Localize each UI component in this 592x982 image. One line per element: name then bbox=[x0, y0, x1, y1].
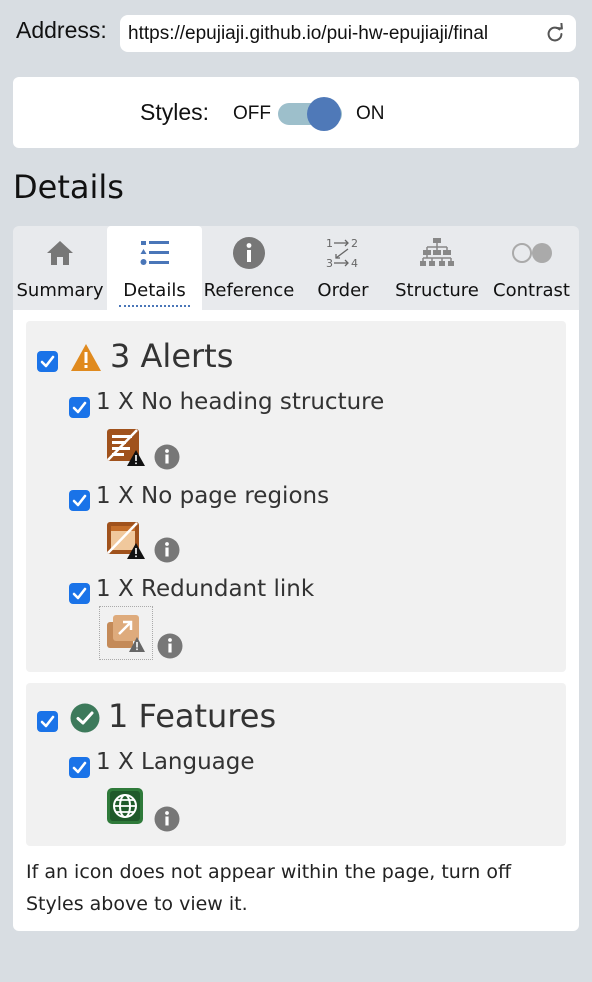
tab-label: Order bbox=[317, 280, 369, 301]
page-title: Details bbox=[13, 168, 124, 206]
info-icon[interactable] bbox=[154, 537, 180, 563]
tab-details[interactable]: Details bbox=[107, 226, 202, 310]
details-content: 3 Alerts 1 X No heading structure 1 X No… bbox=[13, 310, 579, 931]
features-checkbox[interactable] bbox=[37, 711, 58, 732]
tab-order[interactable]: 1 2 3 4 Order bbox=[296, 226, 390, 310]
feature-item-label: 1 X Language bbox=[96, 749, 255, 775]
alert-warning-icon bbox=[71, 344, 101, 371]
styles-label: Styles: bbox=[140, 99, 210, 125]
alert-item-checkbox[interactable] bbox=[69, 490, 90, 511]
tab-reference[interactable]: Reference bbox=[202, 226, 296, 310]
info-icon[interactable] bbox=[154, 444, 180, 470]
styles-toggle-switch[interactable] bbox=[307, 97, 341, 131]
styles-on-label: ON bbox=[356, 103, 385, 124]
tab-label: Details bbox=[107, 280, 202, 307]
no-page-regions-icon[interactable] bbox=[106, 521, 146, 561]
no-heading-structure-icon[interactable] bbox=[106, 428, 146, 468]
address-url[interactable]: https://epujiaji.github.io/pui-hw-epujia… bbox=[128, 23, 536, 45]
address-label: Address: bbox=[16, 17, 107, 43]
svg-text:2: 2 bbox=[351, 237, 358, 250]
alerts-title: 3 Alerts bbox=[110, 337, 234, 375]
alert-item-label: 1 X No page regions bbox=[96, 483, 330, 509]
alert-item-checkbox[interactable] bbox=[69, 397, 90, 418]
features-group: 1 Features 1 X Language bbox=[26, 683, 566, 846]
svg-text:1: 1 bbox=[326, 237, 333, 250]
info-icon bbox=[233, 237, 265, 269]
tab-label: Structure bbox=[395, 280, 479, 301]
address-bar: Address: https://epujiaji.github.io/pui-… bbox=[0, 0, 592, 64]
alerts-checkbox[interactable] bbox=[37, 351, 58, 372]
svg-text:4: 4 bbox=[351, 257, 358, 270]
features-title: 1 Features bbox=[108, 697, 277, 735]
tab-structure[interactable]: Structure bbox=[390, 226, 484, 310]
tab-label: Contrast bbox=[493, 280, 570, 301]
reload-icon[interactable] bbox=[544, 23, 566, 45]
styles-footnote: If an icon does not appear within the pa… bbox=[26, 861, 512, 915]
styles-off-label: OFF bbox=[233, 103, 271, 124]
alert-item-checkbox[interactable] bbox=[69, 583, 90, 604]
structure-icon bbox=[420, 238, 454, 266]
tab-summary[interactable]: Summary bbox=[13, 226, 107, 310]
address-input[interactable]: https://epujiaji.github.io/pui-hw-epujia… bbox=[120, 15, 576, 52]
tab-label: Summary bbox=[16, 280, 104, 301]
styles-panel: Styles: OFF ON bbox=[13, 77, 579, 148]
contrast-icon bbox=[511, 243, 552, 263]
alert-item-label: 1 X No heading structure bbox=[96, 389, 385, 415]
tab-bar: Summary Details Reference 1 2 3 4 Order bbox=[13, 226, 579, 310]
alerts-group: 3 Alerts 1 X No heading structure 1 X No… bbox=[26, 321, 566, 672]
tab-label: Reference bbox=[203, 280, 295, 301]
feature-item-checkbox[interactable] bbox=[69, 757, 90, 778]
list-icon bbox=[140, 241, 169, 265]
info-icon[interactable] bbox=[154, 806, 180, 832]
order-icon: 1 2 3 4 bbox=[326, 237, 358, 270]
feature-check-icon bbox=[70, 703, 100, 733]
tab-contrast[interactable]: Contrast bbox=[484, 226, 579, 310]
language-icon[interactable] bbox=[106, 787, 146, 827]
redundant-link-icon[interactable] bbox=[106, 614, 146, 654]
alert-item-label: 1 X Redundant link bbox=[96, 576, 315, 602]
home-icon bbox=[47, 241, 73, 265]
svg-text:3: 3 bbox=[326, 257, 333, 270]
info-icon[interactable] bbox=[157, 633, 183, 659]
